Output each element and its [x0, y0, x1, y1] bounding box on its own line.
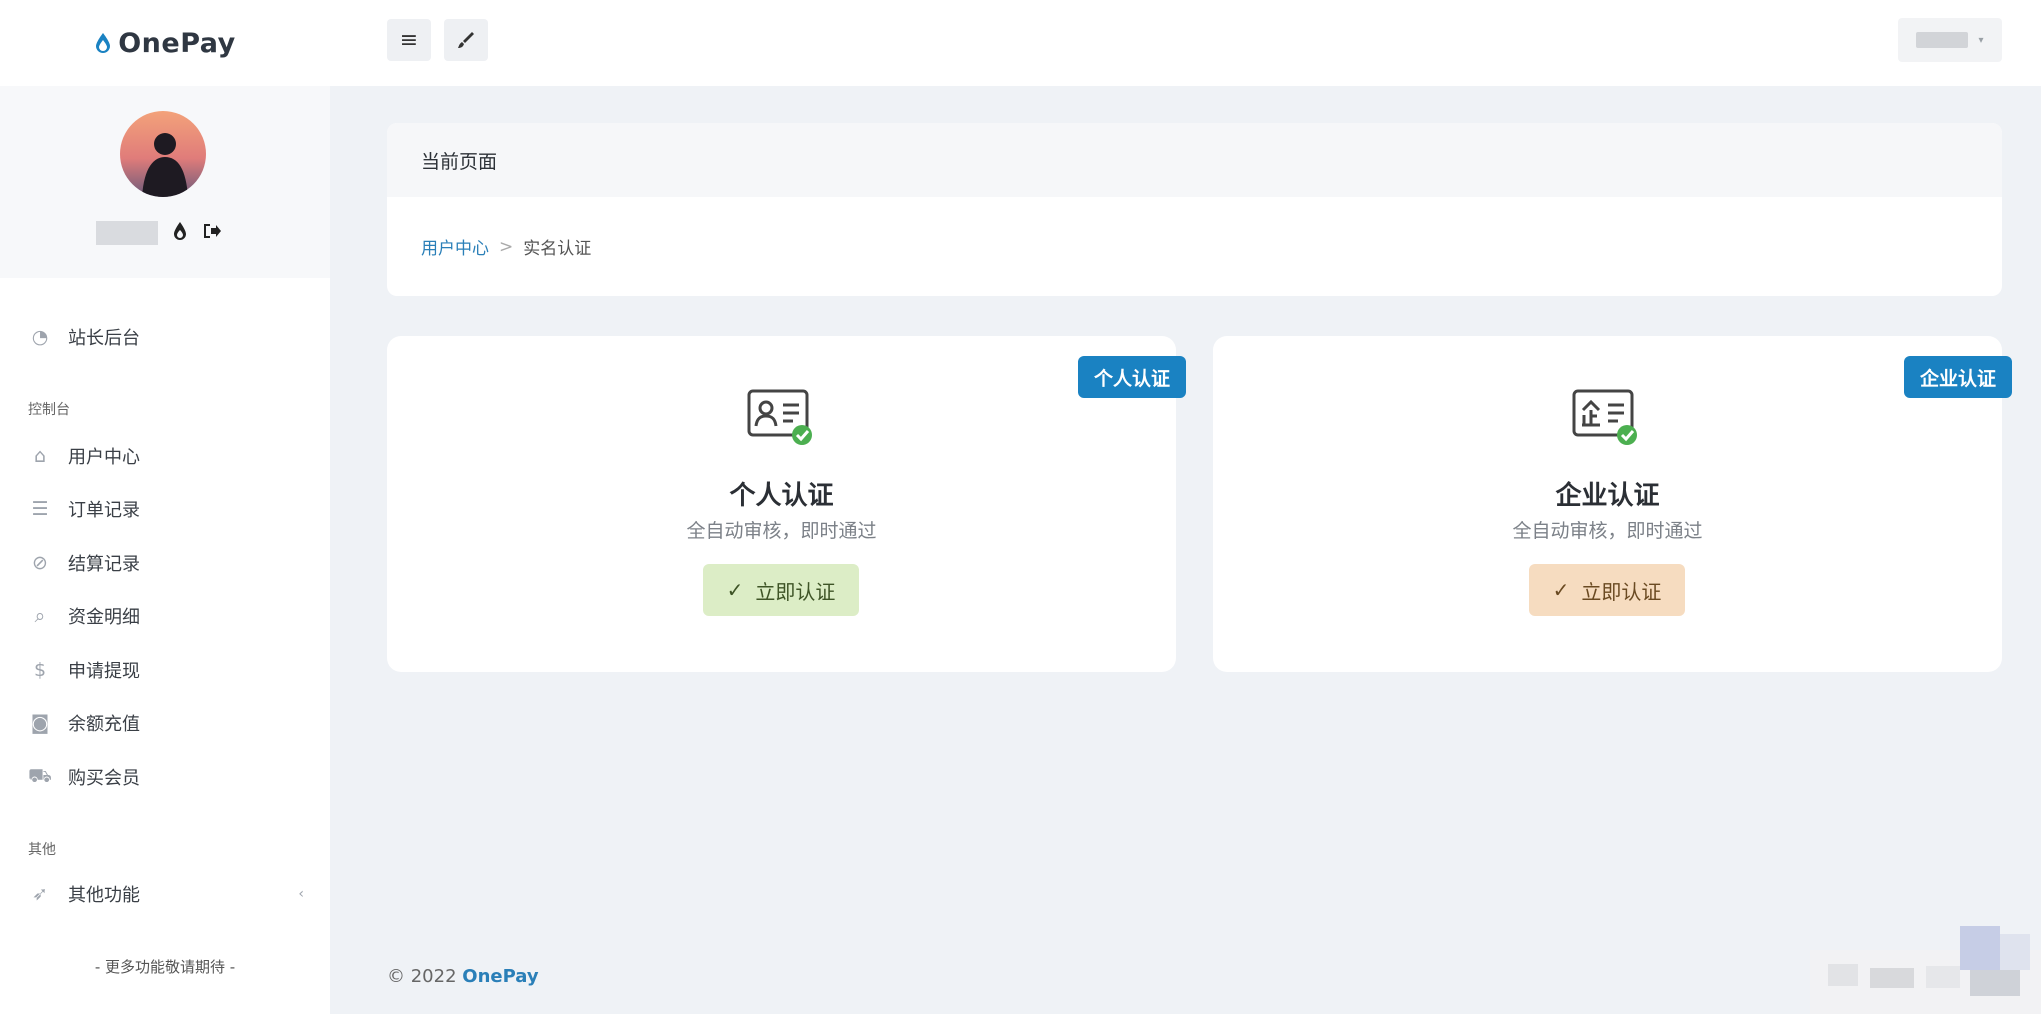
- sidebar-item-label: 站长后台: [68, 328, 140, 349]
- personal-verify-label: 立即认证: [755, 579, 836, 604]
- sidebar-item-admin[interactable]: ◔ 站长后台: [28, 317, 318, 357]
- breadcrumb-separator: >: [499, 236, 514, 257]
- chevron-down-icon: ▾: [1978, 34, 1984, 46]
- check-icon: ✓: [726, 578, 744, 602]
- sidebar-item-user-center[interactable]: ⌂ 用户中心: [28, 436, 318, 476]
- sidebar-item-label: 资金明细: [68, 607, 140, 628]
- enterprise-auth-card: 企业认证 企业认证 全自动审核，即时通过 ✓ 立即认证: [1213, 336, 2012, 672]
- menu-toggle-button[interactable]: ≡: [387, 19, 431, 61]
- footer-copyright: © 2022: [387, 966, 457, 987]
- sidebar-item-funds[interactable]: ⌕ 资金明细: [28, 596, 318, 636]
- profile-actions: [96, 220, 222, 246]
- enterprise-verify-label: 立即认证: [1581, 579, 1662, 604]
- sidebar-item-other-features[interactable]: ➶ 其他功能 ‹: [28, 874, 318, 914]
- enterprise-verify-button[interactable]: ✓ 立即认证: [1529, 564, 1685, 616]
- dollar-icon: $: [33, 659, 47, 681]
- user-name-redacted: [1916, 32, 1969, 48]
- sidebar-item-label: 购买会员: [68, 768, 140, 789]
- personal-auth-title: 个人认证: [729, 481, 834, 511]
- sidebar-item-recharge[interactable]: ◙ 余额充值: [28, 703, 318, 743]
- logout-icon[interactable]: [202, 221, 222, 245]
- sidebar-item-withdraw[interactable]: $ 申请提现: [28, 650, 318, 690]
- chevron-left-icon: ‹: [298, 886, 304, 902]
- user-menu[interactable]: ▾: [1898, 18, 2002, 62]
- personal-auth-badge: 个人认证: [1077, 356, 1186, 398]
- breadcrumb-card: 当前页面 用户中心 > 实名认证: [387, 123, 2002, 296]
- enterprise-id-card-icon: [1572, 389, 1637, 445]
- username-redacted: [96, 221, 158, 245]
- sidebar-item-orders[interactable]: ☰ 订单记录: [28, 489, 318, 529]
- watermark-image: [1810, 926, 2041, 1014]
- enterprise-auth-badge: 企业认证: [1903, 356, 2012, 398]
- footer-brand-link[interactable]: OnePay: [462, 966, 538, 987]
- sidebar-item-label: 订单记录: [68, 500, 140, 521]
- drop-icon: [96, 33, 111, 53]
- sidebar: ◔ 站长后台 控制台 ⌂ 用户中心 ☰ 订单记录 ⊘ 结算记录 ⌕ 资金明细 $…: [0, 86, 330, 1014]
- personal-auth-card: 个人认证 个人认证 全自动审核，即时通过 ✓ 立即认证: [387, 336, 1186, 672]
- theme-button[interactable]: [444, 19, 488, 61]
- menu-group-other: 其他: [28, 842, 56, 858]
- sidebar-item-label: 用户中心: [68, 447, 140, 468]
- home-icon: ⌂: [33, 445, 47, 467]
- check-icon: ✓: [1552, 578, 1570, 602]
- brush-icon: [458, 32, 474, 48]
- sidebar-item-label: 其他功能: [68, 885, 140, 906]
- list-icon: ☰: [31, 498, 49, 520]
- person-id-card-icon: [747, 389, 812, 445]
- profile-panel: [0, 86, 330, 278]
- check-circle-icon: ⊘: [32, 552, 48, 574]
- sidebar-item-membership[interactable]: ⛟ 购买会员: [28, 757, 318, 797]
- flame-icon[interactable]: [172, 221, 188, 246]
- enterprise-auth-title: 企业认证: [1555, 481, 1660, 511]
- personal-auth-subtitle: 全自动审核，即时通过: [686, 520, 877, 542]
- avatar[interactable]: [120, 111, 206, 197]
- search-icon: ⌕: [34, 605, 46, 627]
- user-coin-icon: ◙: [30, 712, 50, 734]
- menu-group-console: 控制台: [28, 402, 70, 418]
- sidebar-item-settlements[interactable]: ⊘ 结算记录: [28, 543, 318, 583]
- dashboard-icon: ◔: [31, 326, 49, 348]
- rocket-icon: ➶: [32, 883, 48, 905]
- enterprise-auth-subtitle: 全自动审核，即时通过: [1512, 520, 1703, 542]
- breadcrumb-link-user-center[interactable]: 用户中心: [421, 234, 489, 259]
- more-features-note: - 更多功能敬请期待 -: [94, 958, 236, 976]
- sidebar-item-label: 申请提现: [68, 661, 140, 682]
- sidebar-item-label: 结算记录: [68, 554, 140, 575]
- brand-name: OnePay: [118, 27, 236, 59]
- brand-logo[interactable]: OnePay: [0, 0, 330, 86]
- top-bar: OnePay ≡ ▾: [0, 0, 2041, 86]
- footer: © 2022 OnePay: [387, 966, 539, 987]
- menu-icon: ≡: [399, 27, 419, 53]
- sidebar-item-label: 余额充值: [68, 714, 140, 735]
- personal-verify-button[interactable]: ✓ 立即认证: [703, 564, 859, 616]
- page-heading: 当前页面: [387, 123, 2002, 197]
- breadcrumb: 用户中心 > 实名认证: [387, 197, 2002, 296]
- breadcrumb-current: 实名认证: [523, 239, 592, 259]
- cart-icon: ⛟: [28, 764, 52, 787]
